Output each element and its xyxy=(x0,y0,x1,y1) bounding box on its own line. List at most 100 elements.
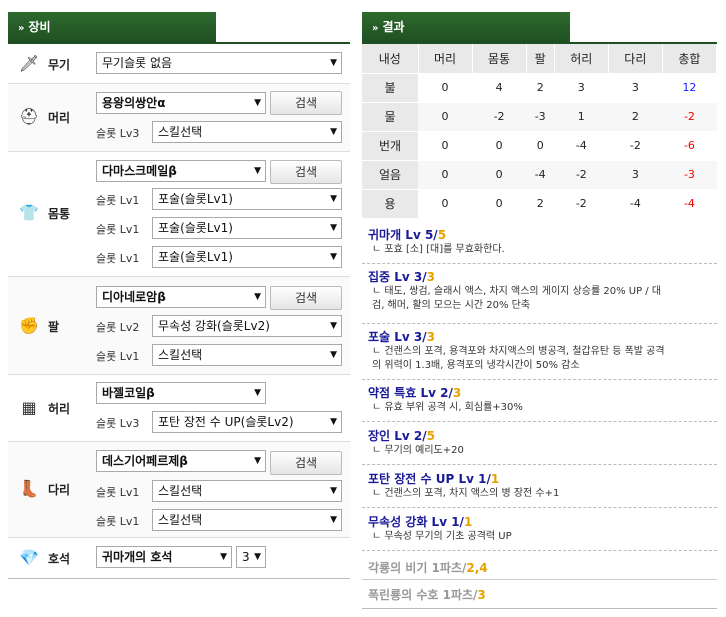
charm-select[interactable]: 귀마개의 호석 ▼ xyxy=(96,546,232,568)
chevron-down-icon: ▼ xyxy=(330,58,337,68)
body-slot3-value: 포술(슬롯Lv1) xyxy=(158,250,233,264)
waist-slot-value: 포탄 장전 수 UP(슬롯Lv2) xyxy=(158,415,294,429)
arm-slot1-level: 슬롯 Lv2 xyxy=(96,321,140,334)
body-item-select[interactable]: 다마스크메일β ▼ xyxy=(96,160,266,182)
chevron-down-icon: ▼ xyxy=(330,515,337,525)
equipment-tab-header: » 장비 xyxy=(8,12,216,42)
row-name: 물 xyxy=(362,101,418,131)
total-cell: -6 xyxy=(662,130,717,160)
charm-level-value: 3 xyxy=(242,550,250,564)
skill-name: 포술 Lv 3/ xyxy=(368,330,427,344)
skill-desc: 검, 해머, 활의 모으는 시간 20% 단축 xyxy=(372,300,531,311)
weapon-select[interactable]: 무기슬롯 없음 ▼ xyxy=(96,52,342,74)
resistance-table: 내성 머리 몸통 팔 허리 다리 총합 불 0 4 2 3 3 12 물 0 -… xyxy=(362,44,718,218)
skill-desc: ㄴ 무속성 무기의 기초 공격력 UP xyxy=(372,531,512,542)
chevron-down-icon: ▼ xyxy=(330,127,337,137)
set-max: 3 xyxy=(477,588,486,602)
table-cell: 0 xyxy=(418,188,473,218)
skill-item: 약점 특효 Lv 2/3 ㄴ 유효 부위 공격 시, 회심률+30% xyxy=(362,382,717,422)
skill-max: 3 xyxy=(426,270,435,284)
resistance-header-row: 내성 머리 몸통 팔 허리 다리 총합 xyxy=(362,44,718,73)
leg-slot2-value: 스킬선택 xyxy=(158,513,203,527)
head-search-button[interactable]: 검색 xyxy=(270,91,342,115)
arm-item-value: 디아네로암β xyxy=(102,290,166,304)
body-slot2-select[interactable]: 포술(슬롯Lv1) ▼ xyxy=(152,217,342,239)
chevron-down-icon: ▼ xyxy=(330,223,337,233)
table-cell: 3 xyxy=(608,72,663,102)
arm-search-button[interactable]: 검색 xyxy=(270,286,342,310)
charm-level-select[interactable]: 3 ▼ xyxy=(236,546,266,568)
arm-slot1-select[interactable]: 무속성 강화(슬롯Lv2) ▼ xyxy=(152,315,342,337)
leg-item-select[interactable]: 데스기어페르제β ▼ xyxy=(96,450,266,472)
belt-icon: ▦ xyxy=(21,398,37,417)
arm-section: ✊ 팔 디아네로암β ▼ 검색 슬롯 Lv2 무속성 강화(슬롯Lv2) ▼ 슬롯 … xyxy=(8,277,350,375)
table-cell: 0 xyxy=(472,159,527,189)
leg-slot1-select[interactable]: 스킬선택 ▼ xyxy=(152,480,342,502)
table-cell: 0 xyxy=(418,101,473,131)
set-bonus-item: 각룡의 비기 1파츠/2,4 xyxy=(368,559,488,576)
set-divider xyxy=(362,579,717,580)
skill-item: 귀마개 Lv 5/5 ㄴ 포효 [소] [대]를 무효화한다. xyxy=(362,224,717,264)
skill-desc: ㄴ 포효 [소] [대]를 무효화한다. xyxy=(372,244,505,255)
body-section: 👕 몸통 다마스크메일β ▼ 검색 슬롯 Lv1 포술(슬롯Lv1) ▼ 슬롯 Lv… xyxy=(8,152,350,277)
chevron-down-icon: ▼ xyxy=(254,456,261,466)
leg-search-button[interactable]: 검색 xyxy=(270,451,342,475)
skill-name: 포탄 장전 수 UP Lv 1/ xyxy=(368,472,491,486)
leg-slot2-select[interactable]: 스킬선택 ▼ xyxy=(152,509,342,531)
head-item-select[interactable]: 용왕의쌍안α ▼ xyxy=(96,92,266,114)
skill-name: 약점 특효 Lv 2/ xyxy=(368,386,453,400)
skill-name: 무속성 강화 Lv 1/ xyxy=(368,515,464,529)
leg-item-value: 데스기어페르제β xyxy=(102,454,188,468)
skill-max: 3 xyxy=(426,330,435,344)
arm-slot2-value: 스킬선택 xyxy=(158,348,203,362)
table-cell: 2 xyxy=(526,188,555,218)
table-cell: -2 xyxy=(608,130,663,160)
body-slot3-select[interactable]: 포술(슬롯Lv1) ▼ xyxy=(152,246,342,268)
table-cell: 1 xyxy=(554,101,609,131)
leg-slot2-level: 슬롯 Lv1 xyxy=(96,515,140,528)
arm-slot2-select[interactable]: 스킬선택 ▼ xyxy=(152,344,342,366)
table-cell: 0 xyxy=(418,72,473,102)
body-item-value: 다마스크메일β xyxy=(102,164,177,178)
chevron-down-icon: ▼ xyxy=(330,194,337,204)
chevron-down-icon: ▼ xyxy=(330,417,337,427)
skill-desc: 의 위력이 1.3배, 용격포의 냉각시간이 50% 감소 xyxy=(372,360,580,371)
skill-max: 3 xyxy=(452,386,462,400)
table-cell: 3 xyxy=(608,159,663,189)
body-slot1-select[interactable]: 포술(슬롯Lv1) ▼ xyxy=(152,188,342,210)
table-row: 번개 0 0 0 -4 -2 -6 xyxy=(362,130,717,160)
skill-name: 귀마개 Lv 5/ xyxy=(368,228,438,242)
body-slot3-level: 슬롯 Lv1 xyxy=(96,252,140,265)
waist-slot-select[interactable]: 포탄 장전 수 UP(슬롯Lv2) ▼ xyxy=(152,411,342,433)
waist-label: 허리 xyxy=(48,402,71,416)
body-search-button[interactable]: 검색 xyxy=(270,160,342,184)
header-cell: 총합 xyxy=(662,44,718,73)
arm-slot2-level: 슬롯 Lv1 xyxy=(96,350,140,363)
head-icon: ⛑ xyxy=(18,107,40,126)
body-armor-icon: 👕 xyxy=(19,203,39,222)
set-name: 각룡의 비기 1파츠/ xyxy=(368,561,467,575)
equipment-bottom-line xyxy=(8,578,350,579)
head-slot-select[interactable]: 스킬선택 ▼ xyxy=(152,121,342,143)
arm-label: 팔 xyxy=(48,320,60,334)
chevron-down-icon: ▼ xyxy=(220,552,227,562)
arm-item-select[interactable]: 디아네로암β ▼ xyxy=(96,286,266,308)
body-label: 몸통 xyxy=(48,207,71,221)
table-cell: -2 xyxy=(554,188,609,218)
equipment-title: 장비 xyxy=(28,20,51,34)
waist-item-value: 바젤코일β xyxy=(102,386,155,400)
table-cell: -2 xyxy=(554,159,609,189)
result-title: 결과 xyxy=(382,20,405,34)
head-item-value: 용왕의쌍안α xyxy=(102,96,166,110)
table-cell: -4 xyxy=(554,130,609,160)
chevron-down-icon: ▼ xyxy=(254,552,261,562)
waist-item-select[interactable]: 바젤코일β ▼ xyxy=(96,382,266,404)
skill-name: 장인 Lv 2/ xyxy=(368,429,427,443)
total-cell: 12 xyxy=(662,72,717,102)
result-tab-header: » 결과 xyxy=(362,12,570,42)
row-name: 번개 xyxy=(362,130,418,160)
table-cell: 3 xyxy=(554,72,609,102)
head-slot-value: 스킬선택 xyxy=(158,125,203,139)
table-cell: -2 xyxy=(472,101,527,131)
set-name: 폭린룡의 수호 1파츠/ xyxy=(368,588,478,602)
